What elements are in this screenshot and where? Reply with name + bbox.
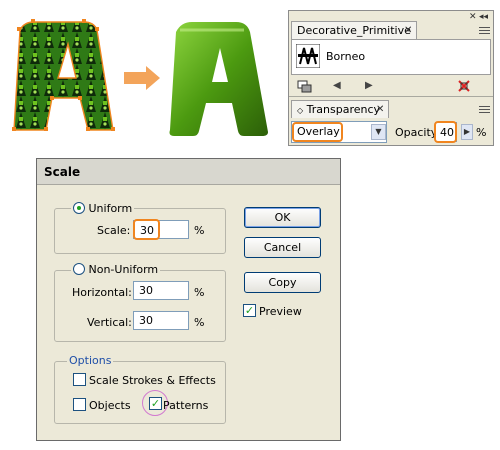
panel-menu-icon[interactable]: [479, 27, 490, 36]
tab-label: Transparency: [306, 103, 381, 116]
swatch-library-icon[interactable]: [297, 80, 313, 93]
horizontal-percent: %: [194, 286, 205, 299]
letter-a-result: [169, 22, 268, 136]
vertical-input[interactable]: 30: [133, 311, 189, 330]
uniform-radio[interactable]: [73, 202, 85, 214]
scale-strokes-label: Scale Strokes & Effects: [89, 374, 216, 387]
collapse-icon[interactable]: ◂◂: [479, 12, 488, 22]
scale-strokes-checkbox[interactable]: [73, 373, 86, 386]
swatch-list: Borneo: [291, 39, 491, 75]
letter-a-pattern: [12, 19, 115, 131]
vertical-label: Vertical:: [87, 316, 132, 329]
ok-button[interactable]: OK: [244, 207, 321, 228]
panel-menu-icon[interactable]: [479, 106, 490, 115]
tab-transparency[interactable]: ◇ Transparency ✕: [291, 100, 389, 118]
dropdown-arrow-icon[interactable]: ▼: [371, 124, 386, 140]
delete-swatch-icon[interactable]: [457, 79, 471, 93]
copy-button[interactable]: Copy: [244, 272, 321, 293]
swatch-name[interactable]: Borneo: [326, 50, 365, 63]
objects-checkbox[interactable]: [73, 398, 86, 411]
tab-prefix-icon: ◇: [297, 106, 304, 115]
horizontal-label: Horizontal:: [72, 286, 132, 299]
options-group: [54, 361, 226, 424]
preview-label: Preview: [259, 305, 302, 318]
tab-label: Decorative_Primitive: [297, 24, 411, 37]
patterns-checkbox[interactable]: ✓: [149, 397, 162, 410]
right-arrow-icon: [124, 66, 160, 90]
scale-percent: %: [194, 224, 205, 237]
prev-arrow-icon[interactable]: ◀: [333, 80, 341, 91]
preview-checkbox[interactable]: ✓: [243, 304, 256, 317]
panel-window: ◂◂ ✕ Decorative_Primitive ✕ Borneo ◀ ▶ ◇…: [288, 10, 494, 146]
options-label: Options: [67, 354, 114, 367]
close-icon[interactable]: ✕: [376, 101, 384, 118]
scale-dialog: Scale Uniform Scale: 30 % Non-Uniform Ho…: [36, 158, 341, 441]
illustration: [12, 19, 268, 136]
uniform-radio-wrap[interactable]: Uniform: [71, 202, 135, 215]
pattern-swatch-icon[interactable]: [296, 44, 320, 68]
vertical-percent: %: [194, 316, 205, 329]
horizontal-input[interactable]: 30: [133, 281, 189, 300]
tab-decorative-primitive[interactable]: Decorative_Primitive ✕: [291, 21, 417, 39]
close-icon[interactable]: ✕: [404, 22, 412, 39]
objects-label: Objects: [89, 399, 131, 412]
opacity-unit: %: [476, 126, 487, 139]
scale-value: 30: [140, 224, 154, 237]
dialog-title: Scale: [37, 159, 340, 185]
non-uniform-radio[interactable]: [73, 263, 85, 275]
divider: [289, 96, 493, 97]
opacity-value: 40: [440, 126, 454, 139]
close-icon[interactable]: ✕: [469, 12, 477, 22]
scale-label: Scale:: [97, 224, 131, 237]
blend-mode-value: Overlay: [297, 125, 340, 138]
non-uniform-label: Non-Uniform: [88, 263, 159, 276]
non-uniform-radio-wrap[interactable]: Non-Uniform: [71, 263, 161, 276]
uniform-label: Uniform: [88, 202, 133, 215]
patterns-label: Patterns: [163, 399, 209, 412]
opacity-arrow-icon[interactable]: ▶: [461, 124, 473, 140]
cancel-button[interactable]: Cancel: [244, 237, 321, 258]
next-arrow-icon[interactable]: ▶: [365, 80, 373, 91]
